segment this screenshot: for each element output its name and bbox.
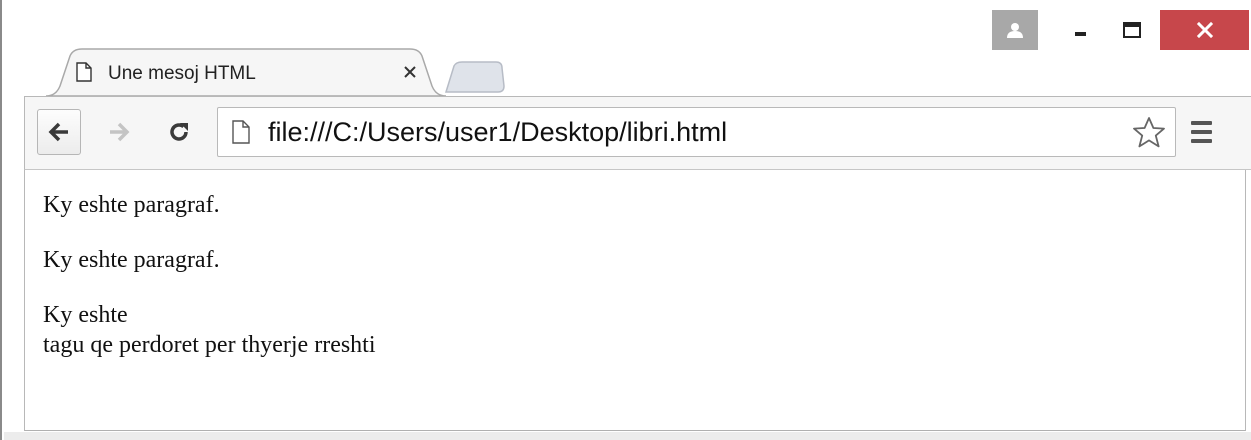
- paragraph-with-line-break: Ky eshte tagu qe perdoret per thyerje rr…: [43, 300, 376, 360]
- close-icon: [1196, 22, 1213, 38]
- paragraph: Ky eshte paragraf.: [43, 247, 220, 273]
- new-tab-button[interactable]: [440, 60, 510, 94]
- minimize-button[interactable]: [1062, 10, 1100, 50]
- menu-line: [1191, 121, 1212, 125]
- close-window-button[interactable]: [1160, 10, 1249, 50]
- menu-line: [1191, 139, 1212, 143]
- reload-button[interactable]: [159, 111, 199, 153]
- back-arrow-icon: [48, 122, 68, 142]
- window-bottom-edge: [4, 432, 1251, 440]
- back-button[interactable]: [37, 109, 81, 155]
- user-icon: [1007, 23, 1023, 38]
- forward-button[interactable]: [99, 111, 139, 153]
- forward-arrow-icon: [110, 122, 130, 142]
- maximize-icon: [1123, 22, 1141, 38]
- star-icon[interactable]: [1132, 116, 1166, 150]
- close-icon: [404, 66, 416, 78]
- page-icon: [76, 62, 92, 82]
- page-content: Ky eshte paragraf. Ky eshte paragraf. Ky…: [43, 190, 376, 360]
- hamburger-menu-icon[interactable]: [1191, 115, 1219, 149]
- paragraph: Ky eshte paragraf.: [43, 192, 220, 218]
- title-bar: Une mesoj HTML: [4, 0, 1251, 96]
- menu-line: [1191, 130, 1212, 134]
- browser-window: Une mesoj HTML file:///C:/Users/user1/De…: [0, 0, 1251, 440]
- tab-close-button[interactable]: [400, 62, 420, 82]
- address-bar[interactable]: file:///C:/Users/user1/Desktop/libri.htm…: [217, 107, 1176, 157]
- minimize-icon: [1075, 32, 1086, 36]
- page-icon: [232, 120, 250, 144]
- browser-toolbar: file:///C:/Users/user1/Desktop/libri.htm…: [24, 96, 1251, 170]
- tab-active[interactable]: Une mesoj HTML: [46, 48, 446, 96]
- reload-icon: [170, 123, 188, 141]
- page-viewport: Ky eshte paragraf. Ky eshte paragraf. Ky…: [24, 170, 1246, 431]
- maximize-button[interactable]: [1112, 10, 1152, 50]
- url-text[interactable]: file:///C:/Users/user1/Desktop/libri.htm…: [268, 117, 727, 148]
- paragraph-line: Ky eshte: [43, 302, 128, 328]
- profile-button[interactable]: [992, 10, 1038, 50]
- paragraph-line: tagu qe perdoret per thyerje rreshti: [43, 332, 376, 358]
- tab-title: Une mesoj HTML: [108, 63, 256, 84]
